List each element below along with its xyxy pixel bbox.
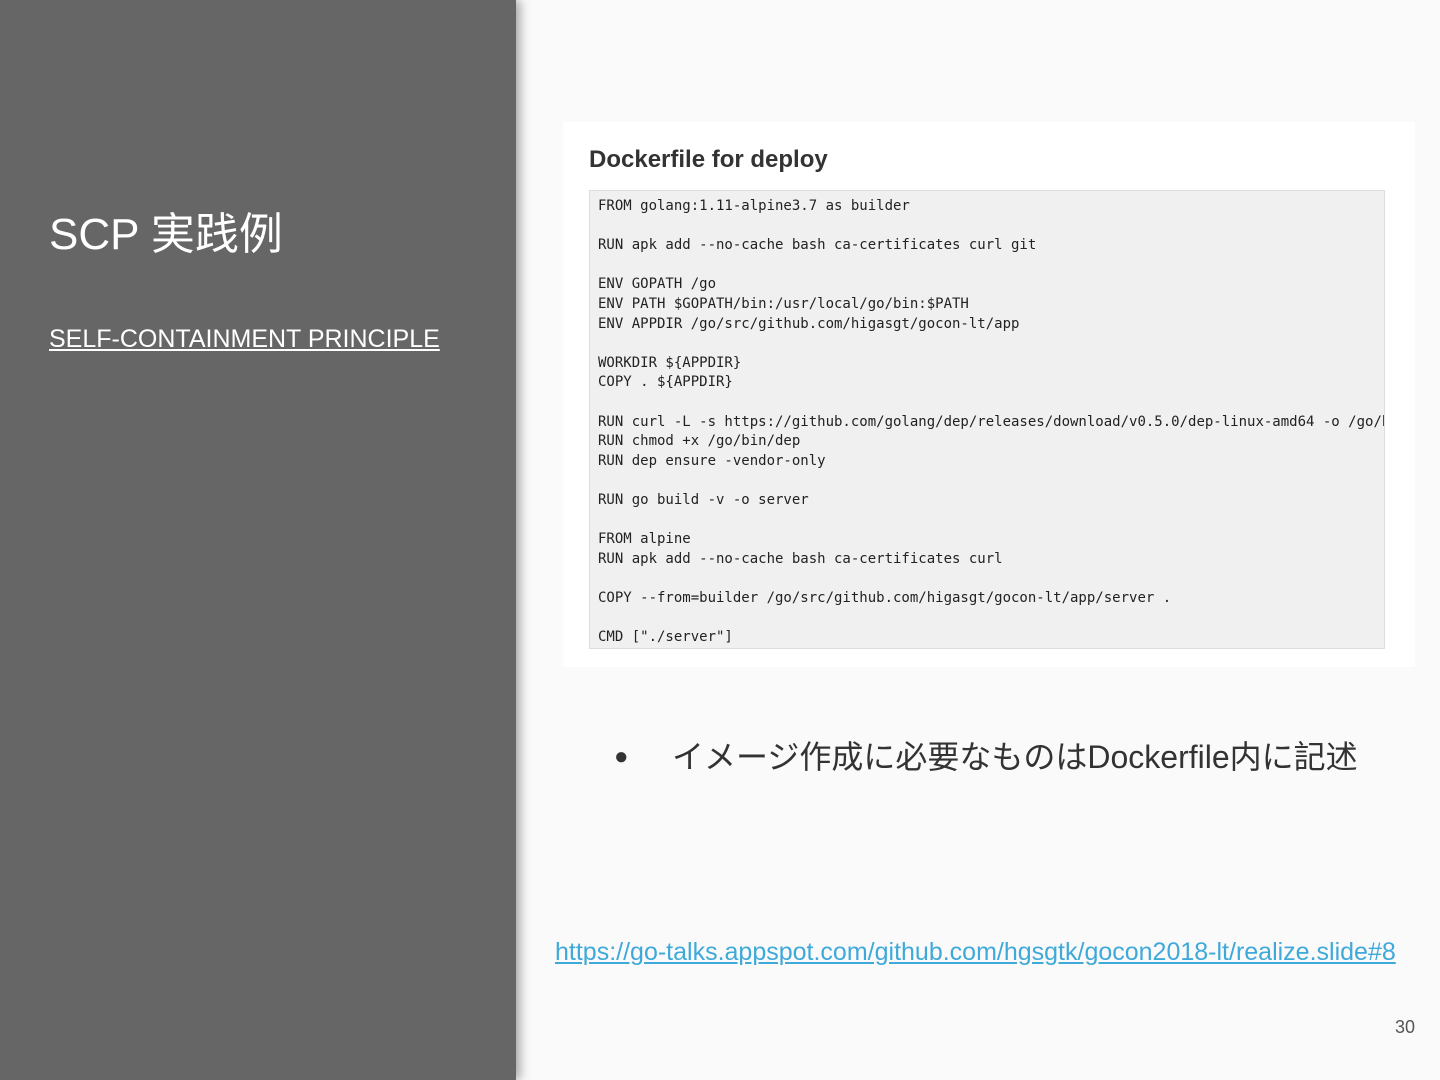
bullet-icon: ●	[614, 743, 629, 770]
self-containment-principle-link[interactable]: SELF-CONTAINMENT PRINCIPLE	[49, 322, 440, 356]
code-line: RUN curl -L -s https://github.com/golang…	[598, 413, 1385, 430]
code-line: COPY --from=builder /go/src/github.com/h…	[598, 589, 1172, 606]
source-url-link[interactable]: https://go-talks.appspot.com/github.com/…	[555, 936, 1427, 969]
code-line: RUN go build -v -o server	[598, 491, 809, 508]
bullet-item: ● イメージ作成に必要なものはDockerfile内に記述	[614, 735, 1384, 779]
code-line: ENV GOPATH /go	[598, 276, 717, 293]
page-number: 30	[1394, 1017, 1415, 1037]
slide-title: SCP 実践例	[49, 210, 283, 259]
code-line: FROM alpine	[598, 531, 691, 548]
bullet-text: イメージ作成に必要なものはDockerfile内に記述	[672, 739, 1358, 775]
code-line: WORKDIR ${APPDIR}	[598, 354, 742, 371]
screenshot-heading: Dockerfile for deploy	[589, 146, 828, 173]
code-line: ENV APPDIR /go/src/github.com/higasgt/go…	[598, 315, 1020, 332]
code-line: RUN apk add --no-cache bash ca-certifica…	[598, 550, 1003, 567]
code-line: RUN apk add --no-cache bash ca-certifica…	[598, 237, 1037, 254]
dockerfile-screenshot: Dockerfile for deploy FROM golang:1.11-a…	[563, 122, 1415, 667]
code-line: RUN dep ensure -vendor-only	[598, 452, 826, 469]
code-line: COPY . ${APPDIR}	[598, 374, 733, 391]
code-line: CMD ["./server"]	[598, 629, 733, 646]
title-panel: SCP 実践例 SELF-CONTAINMENT PRINCIPLE	[0, 0, 516, 1080]
code-line: ENV PATH $GOPATH/bin:/usr/local/go/bin:$…	[598, 295, 969, 312]
code-line: RUN chmod +x /go/bin/dep	[598, 433, 801, 450]
code-line: FROM golang:1.11-alpine3.7 as builder	[598, 198, 910, 214]
code-block: FROM golang:1.11-alpine3.7 as builder RU…	[589, 190, 1385, 649]
